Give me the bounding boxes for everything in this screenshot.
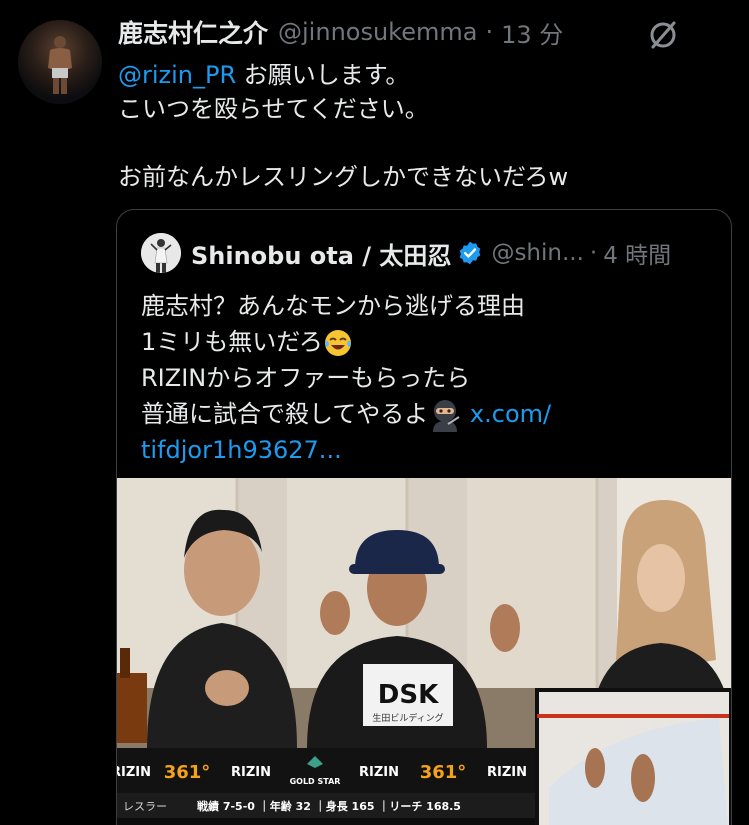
banner-logo-2: 361°: [164, 762, 211, 783]
grok-icon[interactable]: [646, 18, 680, 52]
author-name[interactable]: 鹿志村仁之介: [118, 14, 268, 50]
tears-of-joy-emoji-icon: [324, 330, 351, 356]
fighter-stats: 戦績 7-5-0 ｜年齢 32 ｜身長 165 ｜リーチ 168.5: [197, 799, 461, 813]
shirt-logo-text: DSK: [378, 680, 439, 710]
tweet-text-line-4: お前なんかレスリングしかできないだろw: [118, 163, 569, 191]
ninja-emoji-icon: [433, 400, 460, 432]
quoted-tweet-text: 鹿志村？あんなモンから逃げる理由 1ミリも無いだろ RIZINからオファーもらっ…: [141, 288, 721, 468]
quoted-avatar-figure-icon: [141, 233, 181, 273]
tweet-header: 鹿志村仁之介 @jinnosukemma · 13 分: [118, 14, 563, 50]
author-handle[interactable]: @jinnosukemma: [278, 18, 477, 46]
tweet-time[interactable]: 13 分: [501, 15, 563, 50]
quoted-author-avatar[interactable]: [141, 233, 181, 273]
quoted-text-line-4: 普通に試合で殺してやるよ x.com/: [141, 396, 721, 432]
quoted-author-name[interactable]: Shinobu ota / 太田忍: [191, 236, 451, 271]
broadcast-studio-photo: DSK 生田ビルディング RIZIN 361° RIZIN GO: [117, 478, 731, 825]
banner-logo-7: RIZIN: [487, 765, 527, 780]
quoted-tweet-header: Shinobu ota / 太田忍 @shin... · 4 時間: [141, 232, 671, 274]
tweet-text: @rizin_PR お願いします。 こいつを殴らせてください。 お前なんかレスリ…: [118, 58, 718, 194]
quoted-text-line-5: tifdjor1h93627...: [141, 432, 721, 468]
quoted-tweet[interactable]: Shinobu ota / 太田忍 @shin... · 4 時間 鹿志村？あん…: [116, 209, 732, 825]
quoted-media-image[interactable]: DSK 生田ビルディング RIZIN 361° RIZIN GO: [117, 478, 731, 825]
stats-label: レスラー: [123, 800, 167, 813]
banner-logo-3: RIZIN: [231, 765, 271, 780]
verified-badge-icon: [460, 241, 481, 265]
avatar-figure-icon: [48, 36, 72, 94]
banner-logo-6: 361°: [420, 762, 467, 783]
mention-link[interactable]: @rizin_PR: [118, 61, 236, 89]
quoted-separator-dot: ·: [589, 240, 598, 266]
shirt-sub-text: 生田ビルディング: [372, 712, 443, 724]
banner-logo-1: RIZIN: [117, 765, 151, 780]
quoted-text-line-3: RIZINからオファーもらったら: [141, 364, 471, 392]
tweet-text-line-2: こいつを殴らせてください。: [118, 95, 429, 123]
quoted-author-handle[interactable]: @shin...: [491, 240, 583, 266]
quoted-text-line-1: 鹿志村？あんなモンから逃げる理由: [141, 292, 525, 320]
quoted-tweet-time[interactable]: 4 時間: [603, 236, 671, 270]
tweet-text-line-1: @rizin_PR お願いします。: [118, 61, 410, 89]
separator-dot: ·: [485, 18, 494, 46]
quoted-url-link-continued[interactable]: tifdjor1h93627...: [141, 436, 342, 464]
quoted-url-link[interactable]: x.com/: [470, 400, 551, 428]
banner-logo-4: GOLD STAR: [290, 777, 341, 786]
author-avatar[interactable]: [18, 20, 102, 104]
tweet-text-line-3: [118, 126, 718, 160]
banner-logo-5: RIZIN: [359, 765, 399, 780]
tweet[interactable]: 鹿志村仁之介 @jinnosukemma · 13 分 @rizin_PR お願…: [0, 0, 749, 825]
quoted-text-line-2: 1ミリも無いだろ: [141, 324, 721, 360]
